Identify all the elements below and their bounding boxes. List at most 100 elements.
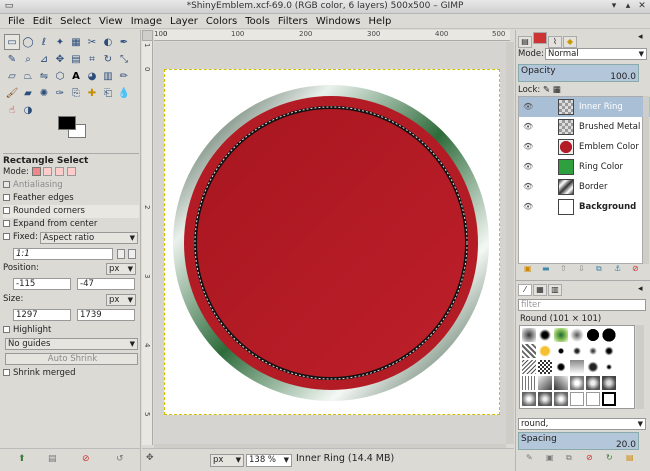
maximize-icon[interactable]: ▴ xyxy=(622,1,634,12)
menu-edit[interactable]: Edit xyxy=(29,14,56,29)
brush-cell[interactable] xyxy=(522,392,536,406)
rounded-checkbox[interactable] xyxy=(3,207,10,214)
brush-cell[interactable] xyxy=(586,376,600,390)
mode-replace-icon[interactable] xyxy=(31,167,41,176)
vertical-scrollbar[interactable] xyxy=(506,42,514,444)
layer-row-brushed-metal[interactable]: 👁 Brushed Metal xyxy=(519,117,650,137)
move-tool-icon[interactable]: ✥ xyxy=(52,52,68,68)
rotate-tool-icon[interactable]: ↻ xyxy=(100,52,116,68)
fuzzy-select-tool-icon[interactable]: ✦ xyxy=(52,35,68,51)
auto-shrink-button[interactable]: Auto Shrink xyxy=(5,353,138,365)
color-select-tool-icon[interactable]: ▦ xyxy=(68,35,84,51)
ink-tool-icon[interactable]: ✑ xyxy=(52,86,68,102)
brushes-tab-icon[interactable]: ⁄ xyxy=(518,284,532,296)
layer-row-emblem-color[interactable]: 👁 Emblem Color xyxy=(519,137,650,157)
crop-tool-icon[interactable]: ⌗ xyxy=(84,52,100,68)
layer-row-border[interactable]: 👁 Border xyxy=(519,177,650,197)
delete-layer-icon[interactable]: ⊘ xyxy=(632,264,639,273)
new-brush-icon[interactable]: ▣ xyxy=(546,453,554,462)
mode-subtract-icon[interactable] xyxy=(55,167,65,176)
ratio-field[interactable]: 1:1 xyxy=(13,248,113,260)
menu-help[interactable]: Help xyxy=(365,14,396,29)
brush-cell[interactable] xyxy=(602,328,616,342)
visibility-eye-icon[interactable]: 👁 xyxy=(523,97,533,117)
lower-layer-icon[interactable]: ⇩ xyxy=(578,264,585,273)
zoom-combo[interactable]: 138 % ▼ xyxy=(246,454,292,467)
visibility-eye-icon[interactable]: 👁 xyxy=(523,157,533,177)
quick-mask-corner-icon[interactable] xyxy=(142,30,153,41)
brush-cell[interactable] xyxy=(554,360,568,374)
layer-row-background[interactable]: 👁 Background xyxy=(519,197,650,217)
feather-checkbox[interactable] xyxy=(3,194,10,201)
foreground-color-swatch[interactable] xyxy=(58,116,76,130)
brush-cell[interactable] xyxy=(522,344,536,358)
paths-tab-icon[interactable]: ⌇ xyxy=(548,36,562,48)
brush-cell[interactable] xyxy=(522,328,536,342)
antialiasing-checkbox[interactable] xyxy=(3,181,10,188)
layer-mode-combo[interactable]: Normal ▼ xyxy=(545,48,647,60)
brush-cell[interactable] xyxy=(538,376,552,390)
brush-cell[interactable] xyxy=(570,360,584,374)
brush-scrollbar[interactable] xyxy=(636,325,644,409)
cage-tool-icon[interactable]: ⬡ xyxy=(52,69,68,85)
brush-cell[interactable] xyxy=(554,328,568,342)
save-options-icon[interactable]: ⬆ xyxy=(18,454,26,464)
brush-cell[interactable] xyxy=(538,344,552,358)
layer-row-inner-ring[interactable]: 👁 Inner Ring xyxy=(519,97,650,117)
unit-combo[interactable]: px ▼ xyxy=(210,454,244,467)
lock-pixels-icon[interactable]: ✎ xyxy=(543,85,550,95)
rect-select-tool-icon[interactable]: ▭ xyxy=(4,34,20,50)
brush-tag-combo[interactable]: round, ▼ xyxy=(518,418,646,430)
opacity-slider[interactable]: Opacity 100.0 xyxy=(518,64,639,82)
brush-cell[interactable] xyxy=(586,392,600,406)
brush-cell[interactable] xyxy=(522,360,536,374)
mode-add-icon[interactable] xyxy=(43,167,53,176)
brush-cell[interactable] xyxy=(570,376,584,390)
refresh-brushes-icon[interactable]: ↻ xyxy=(606,453,613,462)
delete-brush-icon[interactable]: ⊘ xyxy=(586,453,593,462)
position-unit-combo[interactable]: px ▼ xyxy=(106,263,136,275)
vertical-ruler[interactable]: 1 0 2 3 4 5 xyxy=(142,41,153,445)
brush-cell[interactable] xyxy=(538,392,552,406)
dock-menu-icon[interactable]: ◂ xyxy=(638,32,643,42)
scissors-tool-icon[interactable]: ✂ xyxy=(84,35,100,51)
position-x-input[interactable]: -115 xyxy=(13,278,71,290)
blend-tool-icon[interactable]: ▥ xyxy=(100,69,116,85)
edit-brush-icon[interactable]: ✎ xyxy=(526,453,533,462)
menu-layer[interactable]: Layer xyxy=(166,14,202,29)
brush-cell[interactable] xyxy=(586,360,600,374)
patterns-tab-icon[interactable]: ▦ xyxy=(533,284,547,296)
fg-bg-colors[interactable] xyxy=(58,116,88,140)
brushes-dock-menu-icon[interactable]: ◂ xyxy=(638,284,643,294)
reset-options-icon[interactable]: ↺ xyxy=(116,454,124,464)
menu-image[interactable]: Image xyxy=(127,14,166,29)
align-tool-icon[interactable]: ▤ xyxy=(68,52,84,68)
pencil-tool-icon[interactable]: ✏ xyxy=(116,69,132,85)
dodge-burn-tool-icon[interactable]: ◑ xyxy=(20,103,36,119)
horizontal-ruler[interactable]: 100 0 100 200 300 400 500 xyxy=(154,30,510,41)
brush-cell[interactable] xyxy=(586,328,600,342)
duplicate-layer-icon[interactable]: ⧉ xyxy=(596,264,602,274)
brush-cell[interactable] xyxy=(570,392,584,406)
image-canvas[interactable] xyxy=(164,69,500,415)
blur-tool-icon[interactable]: 💧 xyxy=(116,86,132,102)
airbrush-tool-icon[interactable]: ✺ xyxy=(36,86,52,102)
gradients-tab-icon[interactable]: ▥ xyxy=(548,284,562,296)
brush-cell[interactable] xyxy=(554,344,568,358)
open-brush-icon[interactable]: ▤ xyxy=(626,453,634,462)
navigate-icon[interactable]: ✥ xyxy=(146,453,154,463)
heal-tool-icon[interactable]: ✚ xyxy=(84,86,100,102)
fixed-combo[interactable]: Aspect ratio ▼ xyxy=(40,232,138,244)
new-layer-icon[interactable]: ▣ xyxy=(524,264,532,273)
brush-cell[interactable] xyxy=(522,376,536,390)
brush-filter-input[interactable]: filter xyxy=(518,299,646,311)
brush-cell[interactable] xyxy=(602,360,616,374)
layers-tab-icon[interactable]: ▤ xyxy=(518,36,532,48)
perspective-tool-icon[interactable]: ⏢ xyxy=(20,69,36,85)
brush-cell[interactable] xyxy=(602,376,616,390)
layer-row-ring-color[interactable]: 👁 Ring Color xyxy=(519,157,650,177)
measure-tool-icon[interactable]: ⊿ xyxy=(36,52,52,68)
new-group-icon[interactable]: ▬ xyxy=(542,264,550,273)
canvas-viewport[interactable] xyxy=(154,42,506,444)
ellipse-select-tool-icon[interactable]: ◯ xyxy=(20,35,36,51)
